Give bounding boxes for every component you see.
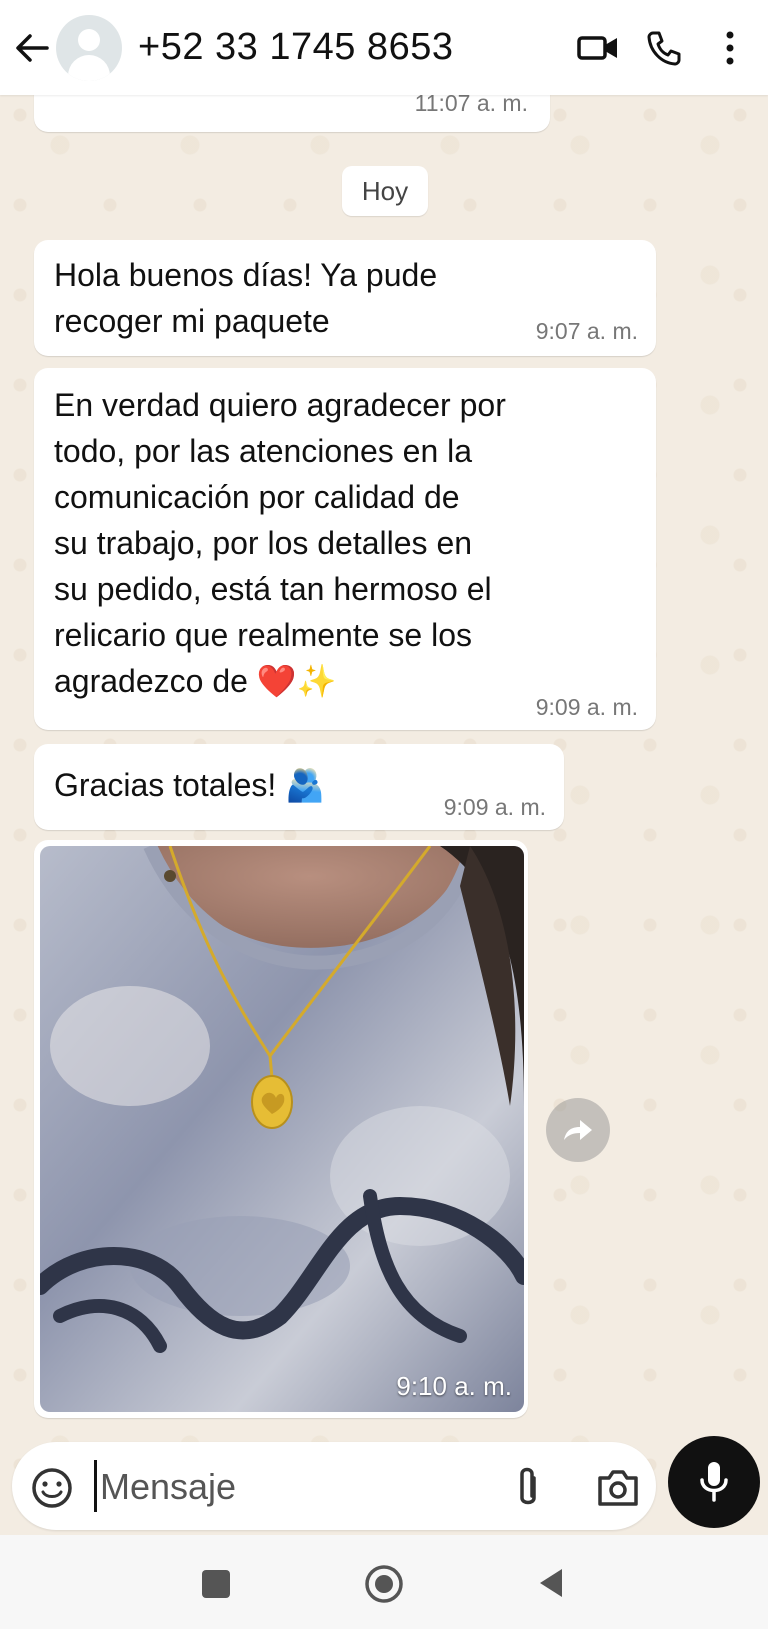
more-vertical-icon [726, 31, 734, 64]
message-text: En verdad quiero agradecer por todo, por… [54, 387, 506, 699]
message-text: Hola buenos días! Ya pude recoger mi paq… [54, 257, 438, 339]
sticker-icon [32, 1468, 72, 1508]
paperclip-icon [520, 1467, 536, 1505]
message-time: 9:09 a. m. [535, 694, 638, 720]
attach-button[interactable] [506, 1464, 550, 1512]
forward-icon [564, 1120, 592, 1140]
forward-button[interactable] [546, 1098, 610, 1162]
triangle-back-icon [540, 1569, 562, 1597]
message-bubble[interactable]: Gracias totales! 🫂 9:09 a. m. [34, 744, 564, 830]
microphone-icon [700, 1462, 728, 1502]
back-button[interactable] [12, 28, 52, 68]
nav-back-button[interactable] [536, 1566, 566, 1600]
avatar-head [78, 28, 100, 51]
arrow-left-icon [16, 33, 49, 62]
contact-name[interactable]: +52 33 1745 8653 [138, 26, 576, 69]
message-time: 9:07 a. m. [535, 318, 638, 344]
message-bubble[interactable]: En verdad quiero agradecer por todo, por… [34, 368, 656, 730]
microphone-button[interactable] [668, 1436, 760, 1528]
avatar-body [68, 54, 110, 81]
message-input[interactable] [98, 1458, 462, 1516]
photo-time: 9:10 a. m. [396, 1371, 512, 1401]
emoji-button[interactable] [30, 1466, 74, 1510]
home-circle-icon [365, 1565, 403, 1603]
message-time: 9:09 a. m. [443, 794, 546, 820]
camera-icon [598, 1470, 638, 1506]
avatar[interactable] [56, 14, 122, 81]
message-bubble[interactable]: Hola buenos días! Ya pude recoger mi paq… [34, 240, 656, 356]
message-text: Gracias totales! 🫂 [54, 767, 326, 803]
voice-call-button[interactable] [642, 26, 686, 70]
chat-header: +52 33 1745 8653 [0, 0, 768, 95]
camera-button[interactable] [594, 1464, 642, 1512]
text-cursor [94, 1460, 97, 1512]
video-call-icon [577, 35, 617, 60]
necklace-photo [40, 846, 524, 1412]
phone-icon [647, 31, 681, 65]
video-call-button[interactable] [576, 26, 620, 70]
date-separator: Hoy [342, 166, 428, 216]
recent-apps-button[interactable] [202, 1570, 230, 1598]
photo-message-image[interactable]: 9:10 a. m. [40, 846, 524, 1412]
home-button[interactable] [364, 1564, 404, 1604]
menu-button[interactable] [708, 26, 752, 70]
